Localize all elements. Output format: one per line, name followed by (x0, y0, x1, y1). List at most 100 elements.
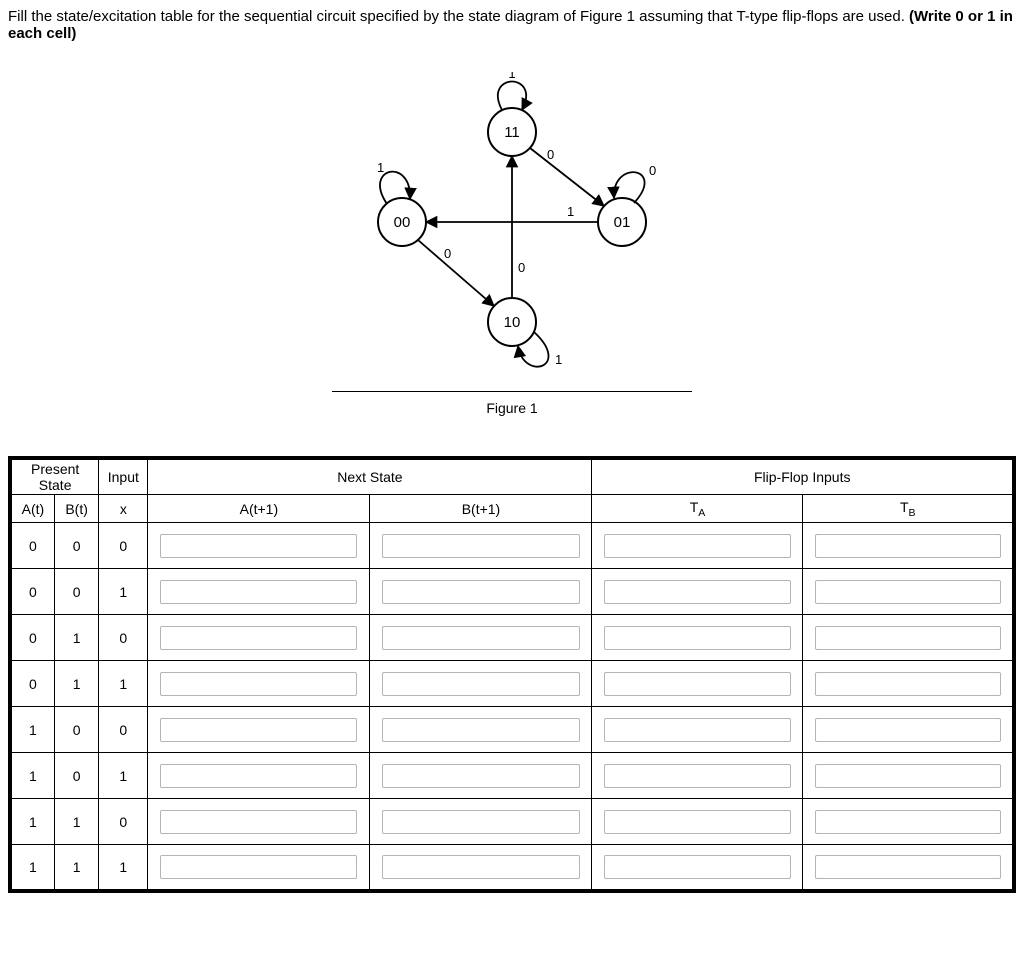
At1-cell (148, 569, 370, 615)
TB-input[interactable] (815, 810, 1001, 834)
cell-Bt: 1 (54, 615, 98, 661)
cell-At: 0 (10, 569, 54, 615)
TA-cell (592, 661, 803, 707)
TB-input[interactable] (815, 764, 1001, 788)
At1-input[interactable] (160, 580, 357, 604)
edge-10-to-11: 0 (518, 260, 525, 275)
At1-cell (148, 753, 370, 799)
state-11-label: 11 (504, 124, 520, 141)
Bt1-input[interactable] (382, 580, 579, 604)
table-row: 010 (10, 615, 1014, 661)
cell-x: 1 (99, 845, 148, 891)
state-diagram-figure: 00 1 01 0 11 1 10 1 1 (332, 72, 692, 416)
figure-caption: Figure 1 (332, 391, 692, 416)
At1-input[interactable] (160, 764, 357, 788)
Bt1-input[interactable] (382, 534, 579, 558)
Bt1-input[interactable] (382, 672, 579, 696)
Bt1-input[interactable] (382, 810, 579, 834)
TB-input[interactable] (815, 626, 1001, 650)
edge-11-to-01: 0 (547, 147, 554, 162)
Bt1-input[interactable] (382, 626, 579, 650)
header-At1: A(t+1) (148, 495, 370, 523)
At1-input[interactable] (160, 855, 357, 879)
Bt1-input[interactable] (382, 764, 579, 788)
Bt1-cell (370, 569, 592, 615)
TA-input[interactable] (604, 626, 791, 650)
cell-x: 0 (99, 799, 148, 845)
TA-input[interactable] (604, 580, 791, 604)
header-TB: TB (803, 495, 1014, 523)
cell-x: 0 (99, 707, 148, 753)
table-row: 000 (10, 523, 1014, 569)
TB-cell (803, 569, 1014, 615)
TA-input[interactable] (604, 810, 791, 834)
cell-At: 0 (10, 523, 54, 569)
TA-input[interactable] (604, 855, 791, 879)
At1-cell (148, 799, 370, 845)
TA-input[interactable] (604, 672, 791, 696)
TA-cell (592, 799, 803, 845)
TA-cell (592, 707, 803, 753)
cell-At: 1 (10, 845, 54, 891)
TB-input[interactable] (815, 855, 1001, 879)
TA-cell (592, 845, 803, 891)
At1-input[interactable] (160, 534, 357, 558)
header-x: x (99, 495, 148, 523)
TB-input[interactable] (815, 534, 1001, 558)
TA-cell (592, 569, 803, 615)
cell-At: 1 (10, 799, 54, 845)
Bt1-input[interactable] (382, 718, 579, 742)
At1-input[interactable] (160, 672, 357, 696)
At1-input[interactable] (160, 718, 357, 742)
cell-Bt: 0 (54, 707, 98, 753)
TA-cell (592, 615, 803, 661)
table-row: 101 (10, 753, 1014, 799)
TA-input[interactable] (604, 718, 791, 742)
At1-input[interactable] (160, 626, 357, 650)
cell-Bt: 0 (54, 523, 98, 569)
cell-Bt: 1 (54, 845, 98, 891)
edge-00-self: 1 (377, 160, 384, 175)
cell-x: 0 (99, 523, 148, 569)
TB-cell (803, 799, 1014, 845)
TB-cell (803, 661, 1014, 707)
TB-cell (803, 615, 1014, 661)
table-row: 111 (10, 845, 1014, 891)
At1-cell (148, 523, 370, 569)
TB-input[interactable] (815, 672, 1001, 696)
TA-cell (592, 753, 803, 799)
TB-input[interactable] (815, 580, 1001, 604)
TA-input[interactable] (604, 764, 791, 788)
At1-cell (148, 707, 370, 753)
state-00-label: 00 (394, 214, 411, 231)
Bt1-cell (370, 799, 592, 845)
At1-cell (148, 845, 370, 891)
cell-At: 1 (10, 753, 54, 799)
instruction-text: Fill the state/excitation table for the … (8, 8, 909, 25)
cell-Bt: 0 (54, 753, 98, 799)
TB-cell (803, 707, 1014, 753)
cell-x: 1 (99, 569, 148, 615)
edge-01-self: 0 (649, 163, 656, 178)
TB-cell (803, 845, 1014, 891)
TA-cell (592, 523, 803, 569)
cell-At: 1 (10, 707, 54, 753)
cell-Bt: 0 (54, 569, 98, 615)
TB-input[interactable] (815, 718, 1001, 742)
Bt1-input[interactable] (382, 855, 579, 879)
cell-x: 0 (99, 615, 148, 661)
Bt1-cell (370, 615, 592, 661)
At1-cell (148, 615, 370, 661)
table-row: 001 (10, 569, 1014, 615)
Bt1-cell (370, 753, 592, 799)
TA-input[interactable] (604, 534, 791, 558)
Bt1-cell (370, 523, 592, 569)
TB-cell (803, 753, 1014, 799)
header-At: A(t) (10, 495, 54, 523)
header-flipflop-inputs: Flip-Flop Inputs (592, 458, 1014, 495)
edge-01-to-00: 1 (567, 204, 574, 219)
cell-Bt: 1 (54, 799, 98, 845)
edge-11-self: 1 (508, 72, 515, 81)
table-row: 110 (10, 799, 1014, 845)
At1-input[interactable] (160, 810, 357, 834)
